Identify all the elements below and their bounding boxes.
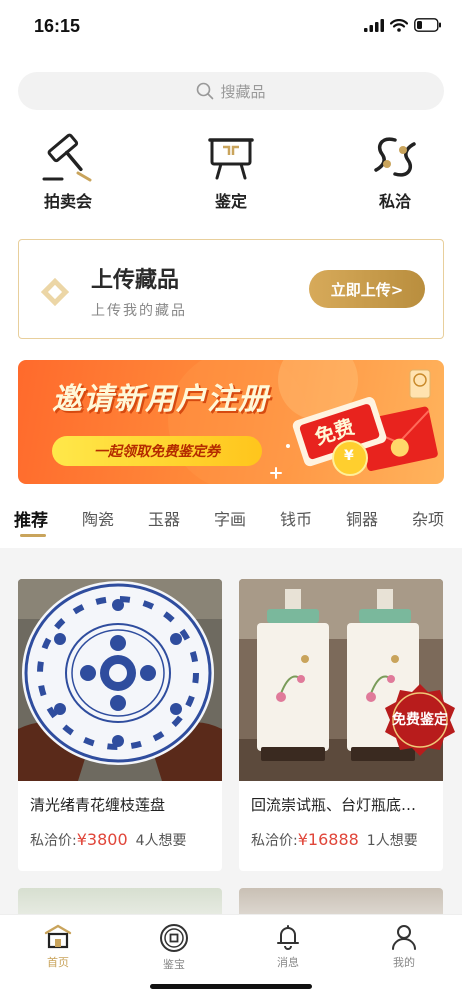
price-label: 私洽价: [30,833,77,849]
upload-now-button[interactable]: 立即上传> [309,270,425,308]
tab-jade[interactable]: 玉器 [148,506,180,530]
nav-profile[interactable]: 我的 [374,923,434,970]
user-icon [392,925,416,950]
auction-gavel-icon [42,133,92,182]
banner-coin-symbol: ¥ [344,448,354,464]
nav-messages[interactable]: 消息 [258,923,318,970]
want-count: 4人想要 [135,833,187,849]
banner-pill: 一起领取免费鉴定券 [52,436,262,466]
category-label: 私洽 [378,192,411,211]
nav-label: 首页 [47,956,69,969]
free-appraisal-badge[interactable]: 免费鉴定 [382,682,458,758]
category-auction[interactable]: 拍卖会 [8,132,128,212]
status-time: 16:15 [34,16,81,36]
search-bar[interactable]: 搜藏品 [18,72,444,110]
banner-headline: 邀请新用户注册 [52,382,269,417]
active-tab-indicator [20,534,46,537]
tab-recommend[interactable]: 推荐 [14,506,48,531]
diamond-icon [41,278,69,306]
private-deal-icon [374,137,416,177]
coin-icon [160,924,188,952]
search-icon [197,82,214,100]
nav-home[interactable]: 首页 [28,923,88,970]
appraisal-easel-icon [208,138,254,180]
category-label: 拍卖会 [43,192,92,211]
product-card[interactable]: 清光绪青花缠枝莲盘 私洽价:¥3800 4人想要 [18,579,222,871]
home-indicator[interactable] [150,984,312,989]
tab-misc[interactable]: 杂项 [412,506,444,530]
want-count: 1人想要 [366,833,418,849]
invite-banner[interactable]: 邀请新用户注册 免费 ¥ 一起领取免费鉴定券 [18,360,444,484]
badge-text: 免费鉴定 [392,712,448,728]
battery-icon [414,18,441,32]
product-price-row: 私洽价:¥3800 4人想要 [30,830,220,850]
product-name: 清光绪青花缠枝莲盘 [30,796,166,814]
nav-appraise[interactable]: 鉴宝 [144,923,204,972]
category-label: 鉴定 [214,192,247,211]
category-appraisal[interactable]: 鉴定 [171,132,291,212]
tab-coins[interactable]: 钱币 [280,506,312,530]
product-name: 回流崇试瓶、台灯瓶底… [251,796,417,814]
product-price: ¥16888 [297,830,359,849]
nav-label: 消息 [277,956,299,969]
upload-title: 上传藏品 [91,267,180,293]
upload-subtitle: 上传我的藏品 [91,303,187,319]
status-icons [364,18,442,32]
product-price-row: 私洽价:¥16888 1人想要 [251,830,441,850]
price-label: 私洽价: [251,833,298,849]
wifi-icon [390,18,408,32]
status-bar: 16:15 [0,0,462,52]
tab-calligraphy[interactable]: 字画 [214,506,246,530]
nav-label: 鉴宝 [163,958,185,971]
tab-bronze[interactable]: 铜器 [346,506,378,530]
product-price: ¥3800 [76,830,128,849]
product-image-blue-white-plate [18,579,222,781]
category-tabs: 推荐 陶瓷 玉器 字画 钱币 铜器 杂项 [0,500,462,544]
category-private-deal[interactable]: 私洽 [335,132,455,212]
bell-icon [277,925,299,950]
home-temple-icon [44,924,72,949]
upload-card[interactable]: 上传藏品 上传我的藏品 立即上传> [18,239,444,339]
app-screen: 16:15 搜藏品 拍卖会 鉴定 私洽 上传藏品 上传我的藏品 立即上传> 邀请… [0,0,462,1000]
signal-icon [364,18,384,32]
tab-ceramics[interactable]: 陶瓷 [82,506,114,530]
search-placeholder: 搜藏品 [220,82,266,101]
nav-label: 我的 [393,956,415,969]
